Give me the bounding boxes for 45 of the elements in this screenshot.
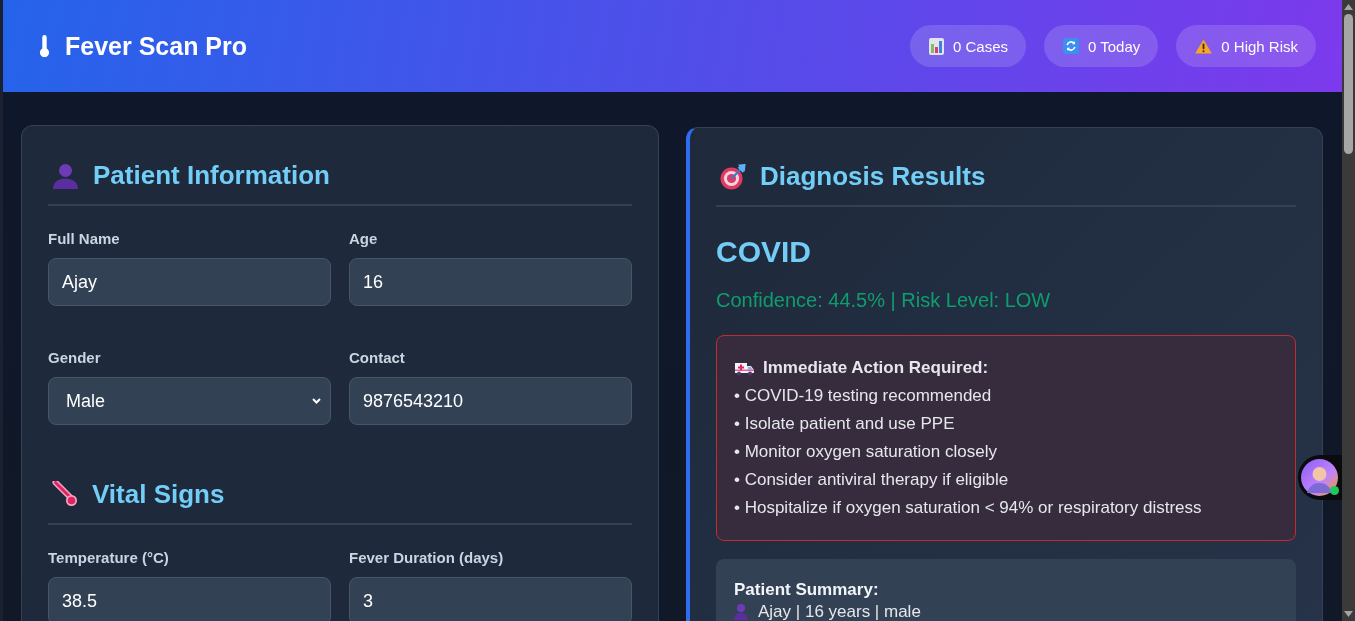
patient-summary-text: Ajay | 16 years | male [758,602,921,621]
input-field[interactable]: 9876543210 [349,377,632,425]
section-title: Diagnosis Results [760,161,986,193]
input-field[interactable]: 16 [349,258,632,306]
scroll-up-icon[interactable] [1344,4,1353,10]
field-label: Full Name [48,230,121,248]
thermometer-icon [52,481,78,507]
person-icon [734,603,748,620]
field-label: Contact [349,349,406,367]
alert-item: • Hospitalize if oxygen saturation < 94% or respiratory distress [734,497,1203,519]
confidence-text: Confidence: 44.5% | Risk Level: LOW [716,288,1052,313]
app-title: Fever Scan Pro [65,31,248,61]
field-label: Age [349,230,379,248]
person-icon [52,161,79,189]
ambulance-icon [734,360,755,376]
alert-item: • Consider antiviral therapy if eligible [734,469,1010,491]
stat-label: 0 Cases [953,37,1009,55]
alert-item: • Isolate patient and use PPE [734,413,956,435]
status-dot-icon [1330,486,1339,495]
scroll-down-icon[interactable] [1344,611,1353,617]
warning-icon [1195,38,1213,54]
scrollbar[interactable] [1342,0,1355,621]
input-field[interactable]: Ajay [48,258,331,306]
input-field[interactable]: 3 [349,577,632,621]
dropdown-field[interactable]: Male [48,377,331,425]
avatar-icon [1301,459,1338,496]
stat-label: 0 High Risk [1221,37,1298,55]
scrollbar-thumb[interactable] [1344,14,1353,154]
summary-title: Patient Summary: [734,579,880,601]
field-label: Gender [48,349,102,367]
field-label: Temperature (°C) [48,549,170,567]
alert-title: Immediate Action Required: [763,358,989,378]
thermometer-icon [39,35,50,57]
section-title: Vital Signs [92,478,225,510]
refresh-icon [1063,38,1080,54]
bar-chart-icon [929,37,944,55]
diagnosis-result: COVID [716,234,812,270]
stat-label: 0 Today [1088,37,1141,55]
field-label: Fever Duration (days) [349,549,505,567]
section-title: Patient Information [93,159,330,191]
alert-item: • COVID-19 testing recommended [734,385,993,407]
target-icon [720,163,746,190]
alert-item: • Monitor oxygen saturation closely [734,441,998,463]
input-field[interactable]: 38.5 [48,577,331,621]
chevron-down-icon [312,398,321,404]
